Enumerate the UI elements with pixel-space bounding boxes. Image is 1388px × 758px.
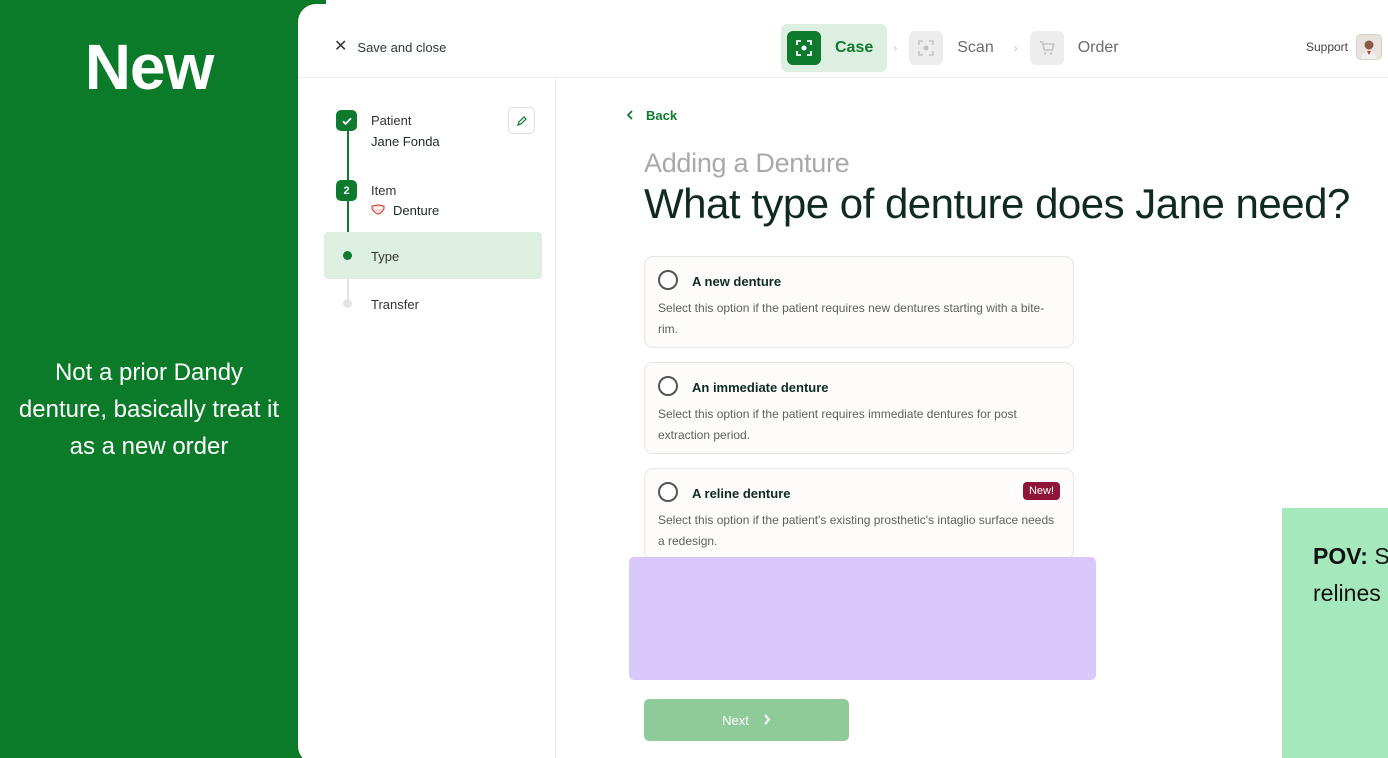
progress-steps: Case › Scan › Order xyxy=(781,24,1133,72)
option-reline-denture[interactable]: A reline denture New! Select this option… xyxy=(644,468,1074,560)
step-number-badge: 2 xyxy=(336,180,357,201)
sidebar-item-type[interactable] xyxy=(324,232,542,279)
scan-frame-icon xyxy=(787,31,821,65)
chevron-right-icon: › xyxy=(893,41,898,55)
pov-label: POV: xyxy=(1313,543,1368,569)
pending-step-dot xyxy=(343,299,352,308)
close-icon: ✕ xyxy=(334,38,348,55)
scan-icon xyxy=(909,31,944,65)
option-new-denture[interactable]: A new denture Select this option if the … xyxy=(644,256,1074,348)
sidebar-item-transfer[interactable]: Transfer xyxy=(371,297,419,312)
save-and-close-label: Save and close xyxy=(357,39,447,55)
support-button[interactable]: Support xyxy=(1306,34,1382,60)
annotation-panel-right: POV: S order, i presen additio relines d… xyxy=(1282,508,1388,758)
chevron-left-icon xyxy=(626,108,634,123)
step-scan-label: Scan xyxy=(957,39,994,56)
step-case[interactable]: Case xyxy=(781,24,888,72)
option-description: Select this option if the patient requir… xyxy=(658,407,1017,442)
sidebar-item-type-label: Type xyxy=(371,249,400,264)
patient-name: Jane Fonda xyxy=(371,134,440,149)
back-label: Back xyxy=(646,108,678,123)
top-bar: ✕ Save and close Case › Scan › Order Sup… xyxy=(298,4,1388,78)
radio-button[interactable] xyxy=(658,482,678,502)
check-icon xyxy=(336,110,357,131)
step-order[interactable]: Order xyxy=(1024,24,1133,72)
save-and-close-button[interactable]: ✕ Save and close xyxy=(334,39,446,55)
page-subtitle: Adding a Denture xyxy=(644,148,850,178)
chevron-right-icon: › xyxy=(1013,41,1018,55)
pencil-icon xyxy=(516,115,527,126)
new-badge: New! xyxy=(1022,482,1060,500)
next-button[interactable]: Next xyxy=(644,699,849,741)
denture-icon xyxy=(371,203,385,218)
placeholder-block xyxy=(629,557,1096,680)
item-value-label: Denture xyxy=(393,203,440,218)
avatar[interactable] xyxy=(1356,34,1382,60)
annotation-title: New xyxy=(84,31,215,103)
annotation-panel-left: New Not a prior Dandy denture, basically… xyxy=(0,0,326,758)
item-value: Denture xyxy=(371,203,439,218)
option-immediate-denture[interactable]: An immediate denture Select this option … xyxy=(644,362,1074,454)
option-title: A reline denture xyxy=(692,486,791,501)
app-window: ✕ Save and close Case › Scan › Order Sup… xyxy=(298,4,1388,758)
cart-icon xyxy=(1029,31,1064,65)
option-title: A new denture xyxy=(692,274,782,289)
page-title: What type of denture does Jane need? xyxy=(644,180,1350,227)
step-scan[interactable]: Scan xyxy=(903,24,1007,72)
back-button[interactable]: Back xyxy=(626,108,677,123)
step-case-label: Case xyxy=(835,39,874,56)
support-label: Support xyxy=(1305,40,1348,54)
option-description: Select this option if the patient's exis… xyxy=(658,513,1055,548)
chevron-right-icon xyxy=(763,713,771,728)
radio-button[interactable] xyxy=(658,376,678,396)
step-order-label: Order xyxy=(1077,39,1119,56)
annotation-note: Not a prior Dandy denture, basically tre… xyxy=(18,359,280,460)
active-step-dot xyxy=(343,251,352,260)
sidebar-item-label: Patient xyxy=(371,113,412,128)
sidebar-item-label: Item xyxy=(371,183,397,198)
radio-button[interactable] xyxy=(658,270,678,290)
option-title: An immediate denture xyxy=(692,380,829,395)
next-label: Next xyxy=(722,712,749,728)
annotation-pov-text: POV: S order, i presen additio relines d… xyxy=(1313,538,1388,612)
edit-patient-button[interactable] xyxy=(508,107,535,134)
option-description: Select this option if the patient requir… xyxy=(658,301,1045,336)
sidebar-stepper: Patient Jane Fonda 2 Item Denture Type T… xyxy=(298,78,556,758)
